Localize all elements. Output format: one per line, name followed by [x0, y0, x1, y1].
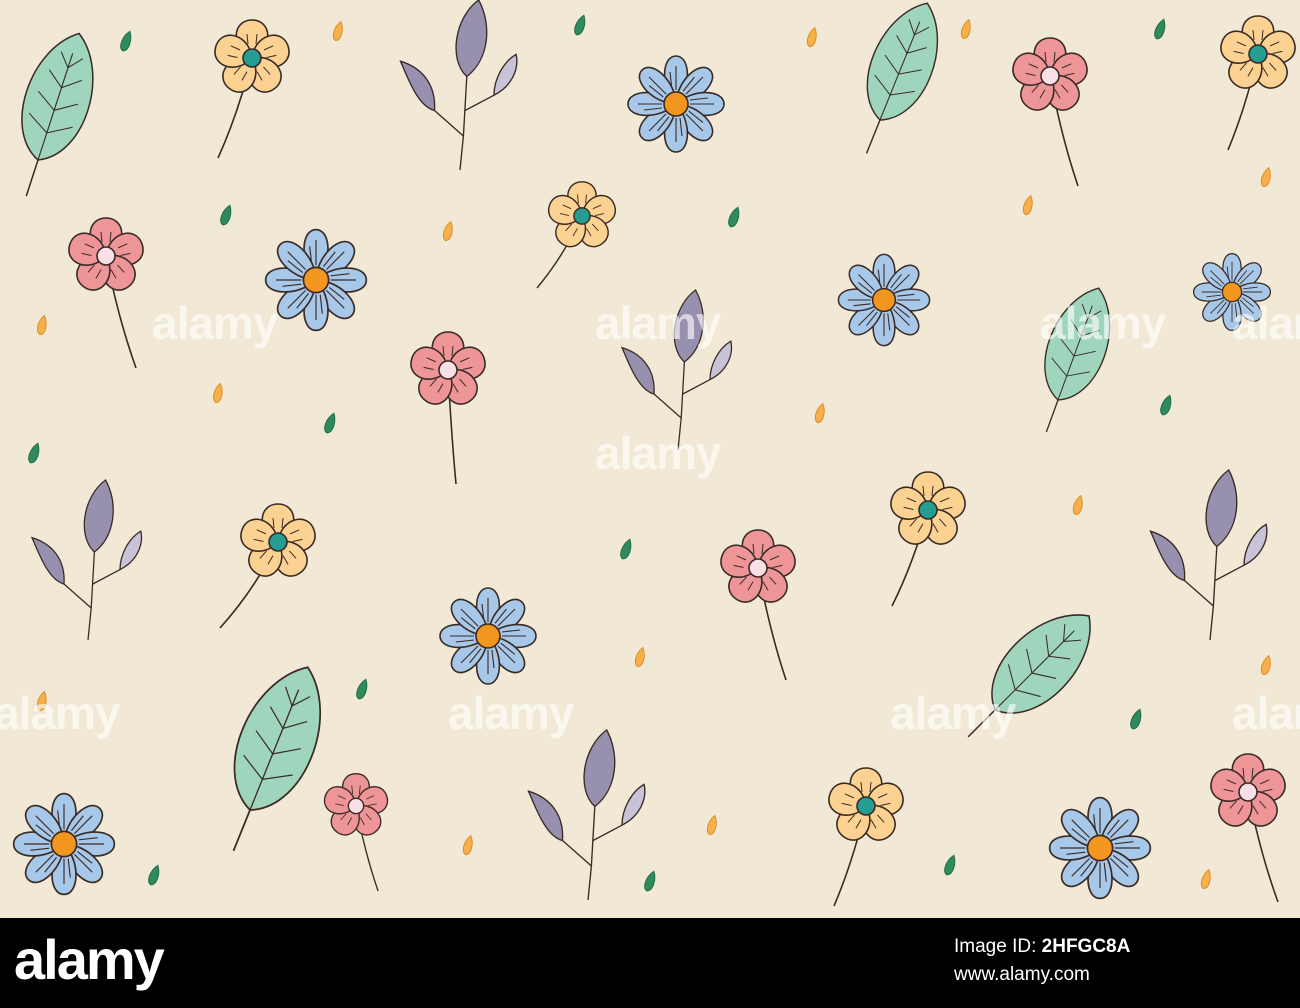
- green-drop: [220, 204, 232, 226]
- watermark-text: alamy: [448, 687, 574, 739]
- orange-drop: [213, 382, 223, 404]
- watermark-text: alamy: [890, 687, 1016, 739]
- watermark-text: alamy: [152, 297, 278, 349]
- purple-leaf-sprig: [30, 479, 143, 641]
- watermark-text: alamy: [595, 297, 721, 349]
- orange-drop: [1200, 868, 1211, 890]
- orange-drop: [1260, 654, 1271, 676]
- five-petal-flower: [323, 773, 389, 892]
- green-leaf: [232, 666, 322, 852]
- orange-drop: [960, 18, 971, 40]
- purple-leaf-sprig: [527, 728, 646, 901]
- five-petal-flower: [219, 503, 316, 629]
- purple-leaf-sprig: [399, 0, 518, 171]
- green-drop: [1154, 18, 1166, 40]
- five-petal-flower: [1210, 753, 1286, 903]
- five-petal-flower: [1012, 37, 1088, 187]
- orange-drop: [1260, 166, 1271, 188]
- watermark-text: alamy: [595, 427, 721, 479]
- orange-drop: [462, 834, 473, 856]
- green-drop: [644, 870, 656, 892]
- orange-drop: [332, 20, 343, 42]
- green-drop: [620, 538, 632, 560]
- purple-leaf-sprig: [1149, 468, 1268, 641]
- orange-drop: [1022, 194, 1033, 216]
- orange-drop: [806, 26, 817, 48]
- green-drop: [324, 412, 336, 434]
- green-drop: [1130, 708, 1142, 730]
- image-meta: Image ID: 2HFGC8A www.alamy.com: [954, 936, 1284, 987]
- alamy-logo: alamy: [14, 928, 165, 991]
- blue-daisy: [12, 792, 116, 896]
- five-petal-flower: [720, 529, 796, 681]
- blue-daisy: [264, 228, 368, 332]
- orange-drop: [37, 314, 47, 336]
- watermark-text: alamy: [1232, 687, 1300, 739]
- blue-daisy: [439, 587, 537, 685]
- orange-drop: [442, 220, 453, 242]
- five-petal-flower: [1220, 15, 1296, 151]
- five-petal-flower: [214, 19, 290, 159]
- green-drop: [1160, 394, 1172, 416]
- stock-footer-bar: alamy Image ID: 2HFGC8A www.alamy.com: [0, 918, 1300, 1008]
- orange-drop: [706, 814, 717, 836]
- green-leaf: [21, 32, 94, 197]
- footer-url: www.alamy.com: [954, 963, 1090, 985]
- watermark-text: alamy: [1232, 297, 1300, 349]
- five-petal-flower: [536, 181, 617, 289]
- green-drop: [574, 14, 586, 36]
- pattern-artwork: alamy alamy alamy alamy alamy alamy alam…: [0, 0, 1300, 918]
- five-petal-flower: [890, 471, 966, 607]
- blue-daisy: [1048, 796, 1152, 900]
- orange-drop: [1072, 494, 1083, 516]
- green-leaf: [865, 2, 939, 154]
- blue-daisy: [837, 253, 931, 347]
- watermark-text: alamy: [0, 687, 120, 739]
- green-drop: [944, 854, 956, 876]
- green-drop: [148, 864, 160, 886]
- green-drop: [356, 678, 368, 700]
- five-petal-flower: [410, 331, 486, 485]
- orange-drop: [814, 402, 825, 424]
- blue-daisy: [627, 55, 725, 153]
- green-drop: [120, 30, 132, 52]
- green-drop: [728, 206, 740, 228]
- five-petal-flower: [68, 217, 144, 369]
- image-id-line: Image ID: 2HFGC8A: [954, 936, 1284, 959]
- image-id-label: Image ID:: [954, 936, 1042, 957]
- orange-drop: [634, 646, 645, 668]
- image-id-value: 2HFGC8A: [1041, 936, 1131, 957]
- green-drop: [28, 442, 40, 464]
- watermark-text: alamy: [1040, 297, 1166, 349]
- five-petal-flower: [828, 767, 904, 907]
